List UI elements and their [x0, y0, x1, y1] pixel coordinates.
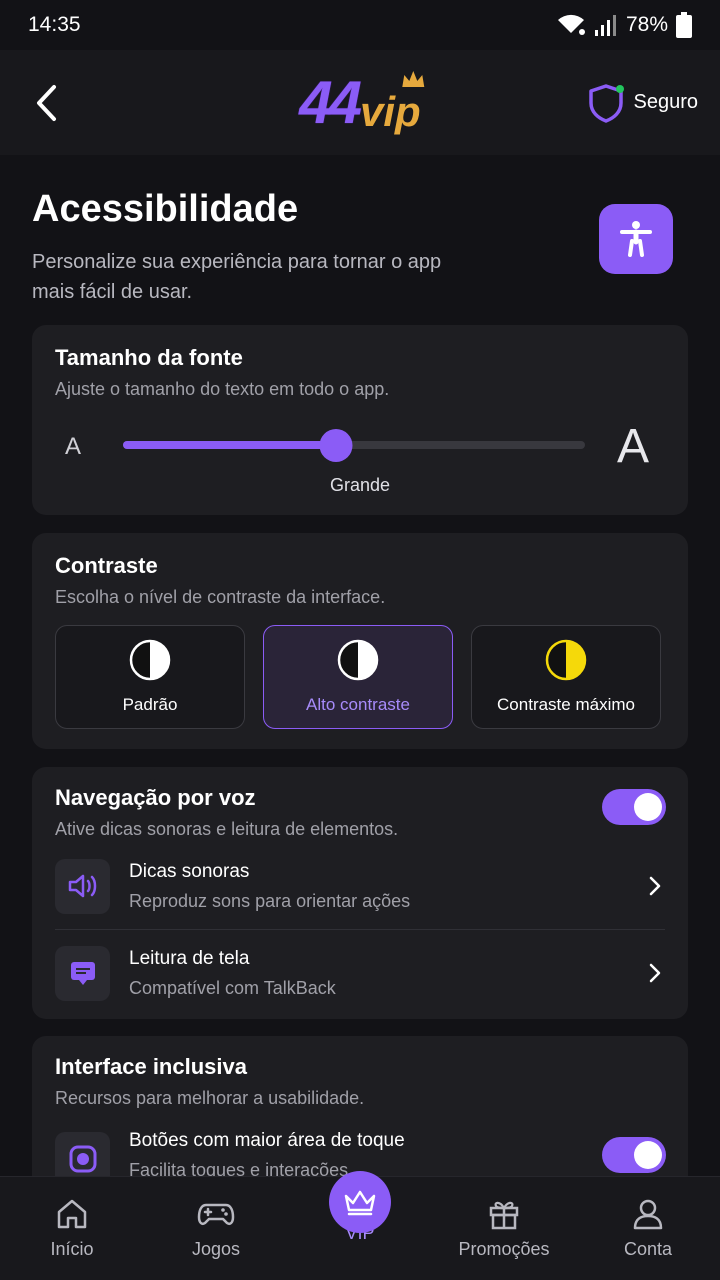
- font-size-slider-row: A A Grande: [32, 420, 688, 495]
- contrast-option-default[interactable]: Padrão: [55, 625, 245, 729]
- contrast-options: Padrão Alto contraste Contraste máximo: [55, 625, 661, 729]
- shield-icon: [588, 83, 624, 123]
- list-item-subtitle: Reproduz sons para orientar ações: [129, 890, 411, 911]
- font-size-subtitle: Ajuste o tamanho do texto em todo o app.: [55, 379, 390, 399]
- nav-item-vip[interactable]: VIP: [288, 1171, 432, 1280]
- page-header: Acessibilidade Personalize sua experiênc…: [32, 188, 688, 307]
- secure-label: Seguro: [633, 91, 699, 113]
- contrast-subtitle: Escolha o nível de contraste da interfac…: [55, 587, 386, 607]
- font-large-glyph: A: [617, 420, 650, 473]
- list-item-title: Dicas sonoras: [129, 860, 250, 882]
- toggle-knob: [634, 1141, 662, 1169]
- list-item-title: Leitura de tela: [129, 947, 250, 969]
- secure-status-dot: [615, 84, 624, 93]
- contrast-option-high[interactable]: Alto contraste: [263, 625, 453, 729]
- contrast-option-label: Contraste máximo: [497, 695, 635, 714]
- status-time: 14:35: [28, 13, 81, 36]
- gift-icon: [489, 1201, 519, 1230]
- list-item-text: Dicas sonoras Reproduz sons para orienta…: [129, 861, 645, 912]
- signal-icon: [594, 15, 616, 36]
- logo-number: 44: [299, 68, 362, 136]
- list-item-title: Botões com maior área de toque: [129, 1130, 405, 1151]
- font-size-title: Tamanho da fonte: [55, 345, 243, 370]
- font-size-slider[interactable]: [123, 429, 585, 462]
- chevron-right-icon: [649, 963, 661, 983]
- speaker-icon: [55, 858, 110, 914]
- nav-label: Promoções: [458, 1239, 550, 1259]
- slider-thumb[interactable]: [319, 429, 353, 462]
- screen-reader-icon: [55, 945, 110, 1001]
- user-icon: [633, 1199, 663, 1230]
- list-item-screen-reader[interactable]: Leitura de tela Compatível com TalkBack: [55, 930, 665, 1016]
- slider-fill: [123, 441, 336, 449]
- nav-label: Início: [50, 1239, 94, 1259]
- nav-item-home[interactable]: Início: [0, 1177, 144, 1280]
- nav-item-promotions[interactable]: Promoções: [432, 1177, 576, 1280]
- list-item-subtitle: Compatível com TalkBack: [129, 977, 336, 998]
- crown-icon: [344, 1190, 376, 1216]
- voice-nav-toggle[interactable]: [602, 789, 666, 825]
- list-item-text: Botões com maior área de toque Facilita …: [129, 1116, 665, 1181]
- contrast-option-label: Padrão: [122, 695, 178, 714]
- bottom-nav: Início Jogos VIP Promoções Conta: [0, 1171, 720, 1280]
- list-item-text: Leitura de tela Compatível com TalkBack: [129, 948, 645, 999]
- battery-icon: [676, 12, 692, 38]
- nav-item-account[interactable]: Conta: [576, 1177, 720, 1280]
- accessibility-icon: [620, 221, 652, 257]
- logo-text: vip: [360, 70, 425, 135]
- font-size-level-label: Grande: [329, 475, 391, 495]
- nav-label: Conta: [623, 1239, 673, 1259]
- font-size-card: Tamanho da fonte Ajuste o tamanho do tex…: [32, 325, 688, 515]
- chevron-right-icon: [649, 876, 661, 896]
- contrast-high-icon: [337, 639, 379, 681]
- status-bar: 14:35 78%: [0, 0, 720, 50]
- battery-percent: 78%: [625, 13, 668, 36]
- contrast-card: Contraste Escolha o nível de contraste d…: [32, 533, 688, 749]
- status-icons: 78%: [556, 12, 692, 38]
- voice-nav-card: Navegação por voz Ative dicas sonoras e …: [32, 767, 688, 1019]
- accessibility-button[interactable]: [599, 204, 673, 274]
- contrast-max-icon: [545, 639, 587, 681]
- contrast-title: Contraste: [55, 553, 158, 578]
- page-subtitle: Personalize sua experiência para tornar …: [32, 251, 442, 303]
- toggle-knob: [634, 793, 662, 821]
- nav-label: Jogos: [191, 1239, 241, 1259]
- gamepad-icon: [197, 1203, 235, 1225]
- logo-vip-label: vip: [360, 87, 421, 135]
- contrast-default-icon: [129, 639, 171, 681]
- large-touch-toggle[interactable]: [602, 1137, 666, 1173]
- list-item-sound-hints[interactable]: Dicas sonoras Reproduz sons para orienta…: [55, 843, 665, 929]
- font-small-glyph: A: [65, 433, 82, 460]
- contrast-option-max[interactable]: Contraste máximo: [471, 625, 661, 729]
- app-logo: 44 vip: [299, 68, 425, 136]
- secure-badge[interactable]: Seguro: [588, 83, 699, 123]
- back-arrow-icon: [37, 84, 56, 121]
- voice-nav-subtitle: Ative dicas sonoras e leitura de element…: [55, 819, 399, 839]
- voice-nav-title: Navegação por voz: [55, 785, 256, 810]
- app-header: 44 vip Seguro: [0, 50, 720, 155]
- back-button[interactable]: [26, 83, 66, 123]
- page-title: Acessibilidade: [32, 188, 299, 230]
- logo-crown-icon: [402, 70, 425, 87]
- vip-bubble: [329, 1171, 391, 1233]
- wifi-icon: [557, 14, 585, 35]
- contrast-option-label: Alto contraste: [306, 695, 410, 714]
- interface-subtitle: Recursos para melhorar a usabilidade.: [55, 1088, 365, 1108]
- interface-title: Interface inclusiva: [55, 1054, 247, 1079]
- home-icon: [57, 1199, 87, 1229]
- nav-item-games[interactable]: Jogos: [144, 1177, 288, 1280]
